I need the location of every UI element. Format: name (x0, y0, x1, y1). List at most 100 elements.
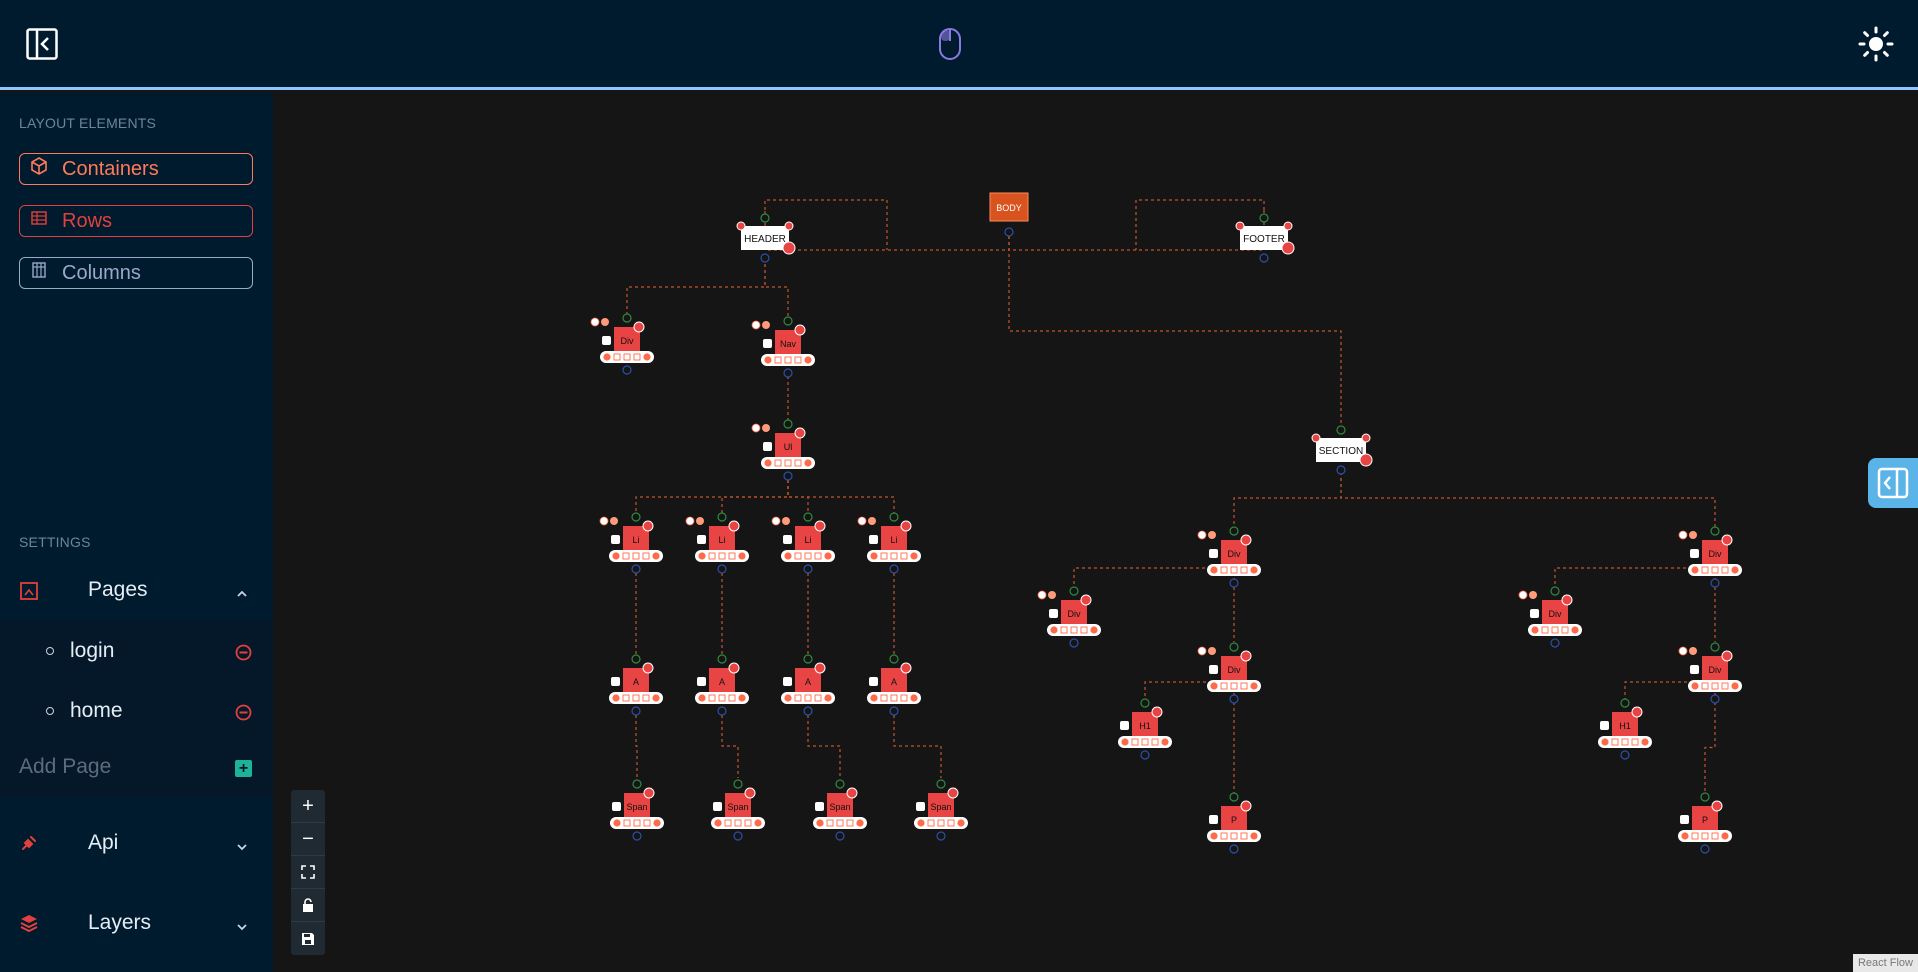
settings-icon[interactable] (1281, 241, 1295, 255)
toolbar-icon[interactable] (1640, 737, 1650, 747)
add-icon[interactable] (771, 516, 781, 526)
toolbar-icon[interactable] (652, 818, 662, 828)
delete-icon[interactable] (794, 324, 806, 336)
connection-handle[interactable] (1710, 694, 1720, 704)
connection-handle[interactable] (889, 564, 899, 574)
delete-icon[interactable] (642, 520, 654, 532)
zoom-in-icon[interactable]: + (291, 790, 325, 823)
delete-icon[interactable] (728, 662, 740, 674)
style-icon[interactable] (601, 318, 609, 326)
toolbar-icon[interactable] (823, 551, 833, 561)
save-icon[interactable] (291, 922, 325, 955)
plus-square-icon[interactable]: + (235, 760, 252, 777)
node-div[interactable]: Div (1678, 526, 1742, 588)
settings-icon[interactable] (782, 241, 796, 255)
connection-handle[interactable] (717, 654, 727, 664)
drag-icon[interactable] (869, 535, 878, 544)
connection-handle[interactable] (622, 313, 632, 323)
node-div[interactable]: Div (1678, 642, 1742, 704)
sidebar-collapse-icon[interactable] (26, 28, 58, 60)
node-div[interactable]: Div (1037, 586, 1101, 648)
toolbar-icon[interactable] (1690, 565, 1700, 575)
connection-handle[interactable] (760, 213, 770, 223)
toolbar-icon[interactable] (642, 352, 652, 362)
connection-handle[interactable] (783, 471, 793, 481)
style-icon[interactable] (1529, 591, 1537, 599)
add-icon[interactable] (751, 423, 761, 433)
delete-icon[interactable] (900, 662, 912, 674)
toolbar-icon[interactable] (1049, 625, 1059, 635)
drag-icon[interactable] (763, 442, 772, 451)
style-icon[interactable] (1208, 647, 1216, 655)
delete-icon[interactable] (1721, 650, 1733, 662)
connection-handle[interactable] (733, 779, 743, 789)
connection-handle[interactable] (889, 706, 899, 716)
node-div[interactable]: Div (590, 313, 654, 375)
toolbar-icon[interactable] (1730, 681, 1740, 691)
toolbar-icon[interactable] (611, 551, 621, 561)
delete-icon[interactable] (794, 427, 806, 439)
toolbar-icon[interactable] (651, 693, 661, 703)
drag-icon[interactable] (1690, 549, 1699, 558)
drag-icon[interactable] (783, 535, 792, 544)
containers-button[interactable]: Containers (19, 153, 253, 185)
drag-icon[interactable] (783, 677, 792, 686)
toolbar-icon[interactable] (1600, 737, 1610, 747)
connection-handle[interactable] (717, 512, 727, 522)
toolbar-icon[interactable] (1209, 681, 1219, 691)
node-h1[interactable]: H1 (1598, 698, 1652, 760)
node-span[interactable]: Span (610, 779, 664, 841)
connection-handle[interactable] (1069, 638, 1079, 648)
drag-icon[interactable] (1049, 609, 1058, 618)
toolbar-icon[interactable] (783, 551, 793, 561)
columns-button[interactable]: Columns (19, 257, 253, 289)
connection-handle[interactable] (936, 779, 946, 789)
add-icon[interactable] (1197, 646, 1207, 656)
delete-icon[interactable] (1561, 594, 1573, 606)
minus-circle-icon[interactable] (235, 703, 252, 727)
toolbar-icon[interactable] (1209, 565, 1219, 575)
add-icon[interactable] (1518, 590, 1528, 600)
node-a[interactable]: A (781, 654, 835, 716)
node-h1[interactable]: H1 (1118, 698, 1172, 760)
delete-icon[interactable] (1240, 534, 1252, 546)
node-span[interactable]: Span (711, 779, 765, 841)
drag-icon[interactable] (916, 802, 925, 811)
pages-accordion[interactable]: Pages (0, 571, 273, 611)
node-p[interactable]: P (1678, 792, 1732, 854)
toolbar-icon[interactable] (1089, 625, 1099, 635)
drag-icon[interactable] (1209, 665, 1218, 674)
drag-icon[interactable] (1209, 549, 1218, 558)
minus-circle-icon[interactable] (235, 643, 252, 667)
fit-view-icon[interactable] (291, 856, 325, 889)
node-div[interactable]: Div (1197, 642, 1261, 704)
layers-accordion[interactable]: Layers (0, 901, 273, 945)
toolbar-icon[interactable] (823, 693, 833, 703)
style-icon[interactable] (1048, 591, 1056, 599)
toolbar-icon[interactable] (803, 355, 813, 365)
toolbar-icon[interactable] (1690, 681, 1700, 691)
connection-handle[interactable] (717, 564, 727, 574)
connection-handle[interactable] (1229, 694, 1239, 704)
connection-handle[interactable] (1710, 526, 1720, 536)
node-a[interactable]: A (695, 654, 749, 716)
connection-handle[interactable] (632, 779, 642, 789)
drag-icon[interactable] (612, 802, 621, 811)
add-icon[interactable] (1197, 530, 1207, 540)
style-icon[interactable] (610, 517, 618, 525)
style-icon[interactable] (762, 424, 770, 432)
connection-handle[interactable] (1229, 844, 1239, 854)
toolbar-icon[interactable] (1249, 565, 1259, 575)
connection-handle[interactable] (631, 706, 641, 716)
connection-handle[interactable] (1550, 638, 1560, 648)
add-icon[interactable] (1678, 530, 1688, 540)
toolbar-icon[interactable] (1730, 565, 1740, 575)
drag-icon[interactable] (815, 802, 824, 811)
drag-icon[interactable] (611, 677, 620, 686)
toolbar-icon[interactable] (737, 693, 747, 703)
connection-handle[interactable] (1069, 586, 1079, 596)
toolbar-icon[interactable] (611, 693, 621, 703)
delete-icon[interactable] (1721, 534, 1733, 546)
delete-icon[interactable] (1080, 594, 1092, 606)
node-header[interactable]: HEADER (736, 213, 796, 263)
